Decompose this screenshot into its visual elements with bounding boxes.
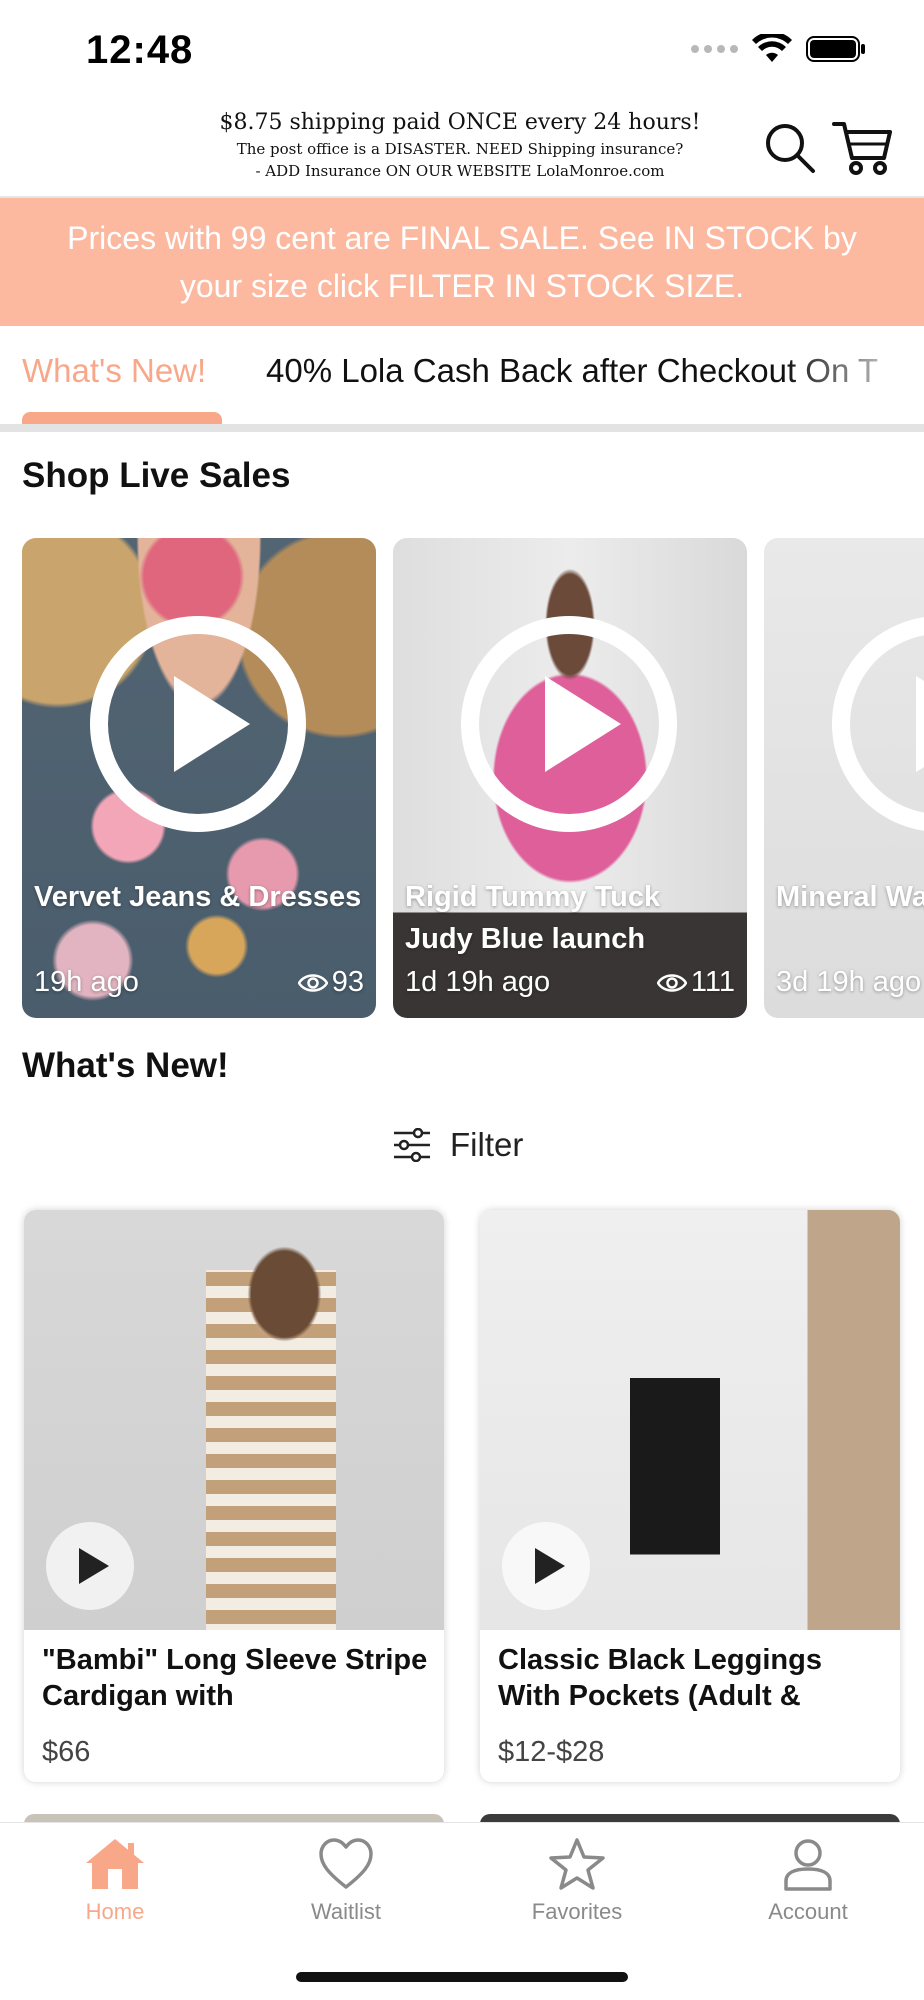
live-sale-views: 93 <box>297 966 364 999</box>
product-name: "Bambi" Long Sleeve Stripe Cardigan with <box>42 1644 428 1712</box>
cellular-signal-icon <box>691 45 738 53</box>
live-sale-time: 19h ago <box>34 966 139 998</box>
nav-home-label: Home <box>85 1899 145 1924</box>
nav-favorites[interactable]: Favorites <box>487 1837 667 1925</box>
nav-account[interactable]: Account <box>718 1837 898 1925</box>
play-icon[interactable] <box>502 1522 590 1610</box>
play-icon[interactable] <box>545 676 621 772</box>
promo-banner[interactable]: Prices with 99 cent are FINAL SALE. See … <box>0 198 924 326</box>
views-count: 111 <box>690 966 735 998</box>
tabs-fade <box>784 326 924 424</box>
tab-whats-new[interactable]: What's New! <box>22 352 206 390</box>
home-indicator <box>296 1972 628 1982</box>
cart-icon[interactable] <box>832 118 892 176</box>
product-price: $12-$28 <box>498 1736 605 1768</box>
banner-line-1: $8.75 shipping paid ONCE every 24 hours! <box>219 110 701 135</box>
eye-icon <box>297 973 328 992</box>
filter-label: Filter <box>450 1126 524 1163</box>
filter-button[interactable]: Filter <box>392 1126 523 1164</box>
wifi-icon <box>752 34 792 62</box>
play-icon[interactable] <box>46 1522 134 1610</box>
live-sale-card[interactable]: Rigid Tummy Tuck Judy Blue launch 1d 19h… <box>393 538 747 1018</box>
nav-waitlist-label: Waitlist <box>310 1899 382 1924</box>
nav-favorites-label: Favorites <box>531 1899 623 1924</box>
play-ring-icon <box>832 616 924 832</box>
active-tab-indicator <box>22 412 222 424</box>
live-sale-title: Mineral Wa Control jea <box>776 881 924 913</box>
live-sales-heading: Shop Live Sales <box>22 456 291 495</box>
search-icon[interactable] <box>764 122 816 174</box>
promo-text: Prices with 99 cent are FINAL SALE. See … <box>67 220 857 304</box>
live-sale-card[interactable]: Vervet Jeans & Dresses 19h ago 93 <box>22 538 376 1018</box>
live-sales-carousel[interactable]: Vervet Jeans & Dresses 19h ago 93 Rigid … <box>22 538 924 1018</box>
status-bar: 12:48 <box>0 0 924 100</box>
play-icon[interactable] <box>174 676 250 772</box>
app-header: $8.75 shipping paid ONCE every 24 hours!… <box>0 100 924 198</box>
heart-icon <box>319 1838 373 1889</box>
views-count: 93 <box>331 966 364 998</box>
nav-home[interactable]: Home <box>25 1837 205 1925</box>
whats-new-heading: What's New! <box>22 1046 229 1085</box>
play-icon[interactable] <box>916 676 924 772</box>
nav-waitlist[interactable]: Waitlist <box>256 1837 436 1925</box>
live-sale-title: Rigid Tummy Tuck Judy Blue launch <box>405 881 661 955</box>
product-price: $66 <box>42 1736 91 1768</box>
banner-line-3: - ADD Insurance ON OUR WEBSITE LolaMonro… <box>255 162 665 180</box>
home-icon <box>86 1839 144 1889</box>
nav-account-label: Account <box>768 1899 848 1924</box>
sliders-icon <box>394 1128 430 1162</box>
status-time: 12:48 <box>86 28 194 72</box>
product-name: Classic Black Leggings With Pockets (Adu… <box>498 1644 822 1712</box>
product-card[interactable]: Classic Black Leggings With Pockets (Adu… <box>480 1210 900 1782</box>
live-sale-time: 1d 19h ago <box>405 966 551 998</box>
live-sale-views: 111 <box>656 966 735 999</box>
product-card[interactable]: "Bambi" Long Sleeve Stripe Cardigan with… <box>24 1210 444 1782</box>
banner-line-2: The post office is a DISASTER. NEED Ship… <box>236 140 684 158</box>
live-sale-time: 3d 19h ago <box>776 966 922 998</box>
star-icon <box>549 1838 605 1890</box>
live-sale-title: Vervet Jeans & Dresses <box>34 881 362 913</box>
shipping-banner: $8.75 shipping paid ONCE every 24 hours!… <box>180 108 740 182</box>
category-tabs: What's New! 40% Lola Cash Back after Che… <box>0 326 924 432</box>
battery-icon <box>806 36 865 62</box>
eye-icon <box>656 973 687 992</box>
live-sale-card[interactable]: Mineral Wa Control jea 3d 19h ago <box>764 538 924 1018</box>
status-icons <box>691 34 866 64</box>
person-icon <box>784 1839 832 1891</box>
